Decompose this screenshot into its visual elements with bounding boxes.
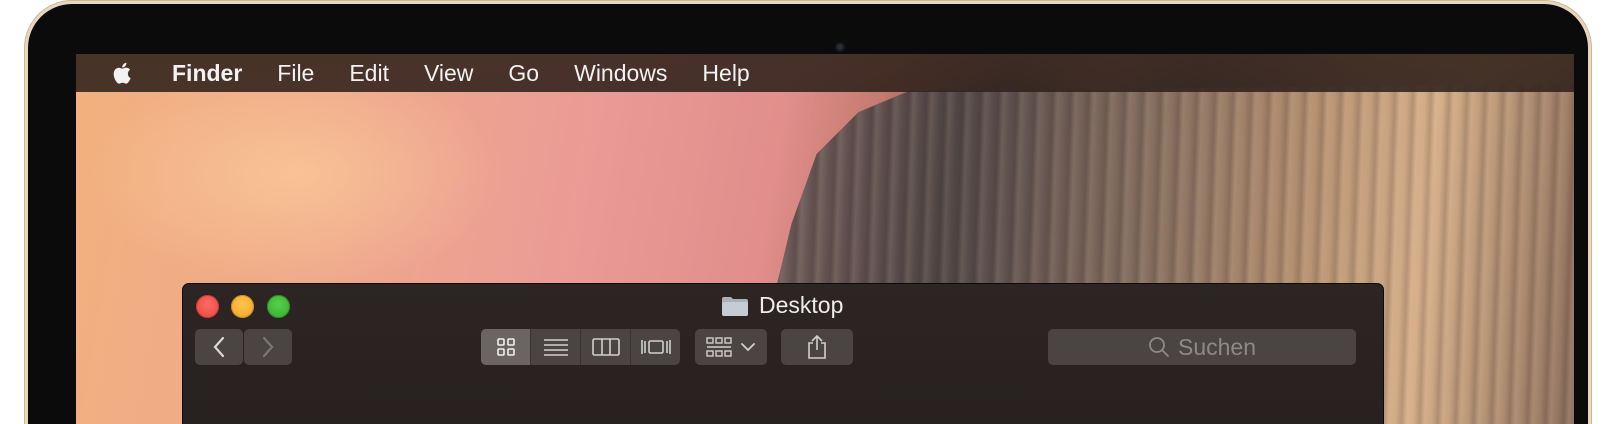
- menu-edit[interactable]: Edit: [349, 54, 389, 92]
- menu-view[interactable]: View: [424, 54, 473, 92]
- menu-bar: Finder File Edit View Go Windows Help: [76, 54, 1574, 92]
- desktop-screen: Finder File Edit View Go Windows Help De…: [76, 54, 1574, 424]
- search-placeholder: Suchen: [1177, 333, 1256, 360]
- menu-file[interactable]: File: [277, 54, 314, 92]
- menu-app-finder[interactable]: Finder: [172, 54, 242, 92]
- share-icon: [808, 334, 826, 359]
- chevron-down-icon: [741, 343, 755, 352]
- menu-windows[interactable]: Windows: [574, 54, 667, 92]
- close-button[interactable]: [196, 295, 219, 318]
- zoom-button[interactable]: [267, 295, 290, 318]
- folder-icon: [722, 296, 748, 316]
- camera: [835, 42, 845, 52]
- minimize-button[interactable]: [231, 295, 254, 318]
- view-mode-control: [481, 329, 680, 365]
- window-title-text: Desktop: [759, 292, 844, 318]
- laptop-bezel: Finder File Edit View Go Windows Help De…: [28, 4, 1588, 424]
- share-button[interactable]: [781, 329, 853, 365]
- arrange-button[interactable]: [695, 329, 767, 365]
- forward-button[interactable]: [244, 329, 292, 365]
- apple-logo-icon[interactable]: [110, 60, 136, 86]
- window-title: Desktop: [721, 292, 843, 319]
- grid-view-icon: [496, 338, 515, 356]
- view-coverflow-button[interactable]: [631, 329, 680, 365]
- coverflow-view-icon: [640, 340, 671, 354]
- chevron-left-icon: [213, 336, 225, 358]
- view-column-button[interactable]: [581, 329, 631, 365]
- view-icon-button[interactable]: [481, 329, 531, 365]
- menu-help[interactable]: Help: [702, 54, 749, 92]
- arrange-grid-icon: [706, 337, 732, 357]
- chevron-right-icon: [262, 336, 274, 358]
- menu-go[interactable]: Go: [508, 54, 539, 92]
- finder-window: Desktop Suchen: [182, 283, 1384, 424]
- back-button[interactable]: [195, 329, 243, 365]
- search-icon: [1149, 337, 1169, 357]
- view-list-button[interactable]: [531, 329, 581, 365]
- search-field[interactable]: Suchen: [1048, 329, 1356, 365]
- column-view-icon: [591, 338, 620, 356]
- list-view-icon: [543, 339, 568, 356]
